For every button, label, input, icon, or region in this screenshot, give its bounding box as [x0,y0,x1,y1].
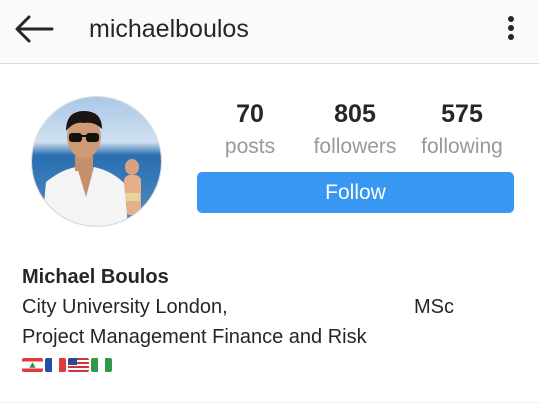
lebanon-flag-icon [22,358,43,372]
stat-following[interactable]: 575 following [412,99,512,160]
arrow-left-icon [15,15,54,43]
followers-count: 805 [334,100,376,128]
posts-label: posts [224,135,276,158]
stat-posts[interactable]: 70 posts [200,99,300,160]
france-flag-icon [45,358,66,372]
profile-avatar[interactable] [31,96,162,227]
bio-degree: MSc [414,296,454,318]
top-bar: michaelboulos [0,0,539,64]
stat-followers[interactable]: 805 followers [305,99,405,160]
usa-flag-icon [68,358,89,372]
bio-university: City University London, [22,296,228,318]
nigeria-flag-icon [91,358,112,372]
back-button[interactable] [12,13,56,45]
follow-button[interactable]: Follow [197,172,514,213]
profile-username: michaelboulos [89,15,249,43]
bio-line-2: Project Management Finance and Risk [22,326,367,348]
more-options-button[interactable] [500,12,522,44]
avatar-photo [32,97,161,226]
following-count: 575 [441,100,483,128]
bio-line-1: City University London, MSc [22,292,522,322]
followers-label: followers [313,135,397,158]
vertical-dots-icon [508,16,514,40]
posts-count: 70 [236,100,264,128]
following-label: following [421,135,503,158]
profile-bio: Michael Boulos City University London, M… [22,262,522,372]
section-divider [0,402,539,403]
profile-full-name: Michael Boulos [22,266,169,288]
flag-emojis [22,358,522,372]
